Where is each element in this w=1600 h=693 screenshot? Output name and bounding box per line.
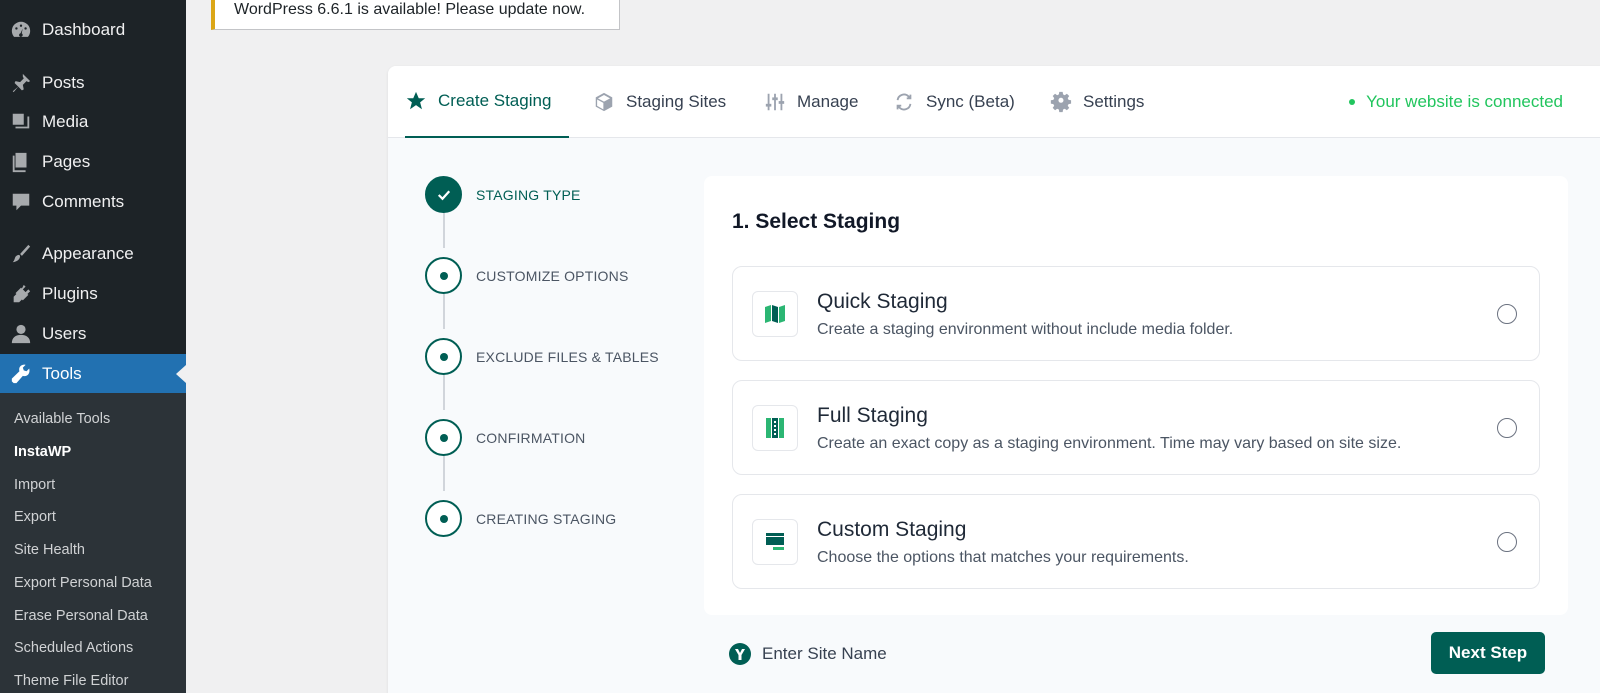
step-exclude-files: EXCLUDE FILES & TABLES bbox=[425, 338, 659, 375]
menu-item-users[interactable]: Users bbox=[0, 314, 186, 354]
step-pending-icon bbox=[425, 257, 462, 294]
full-staging-icon bbox=[752, 405, 798, 451]
menu-label: Users bbox=[42, 324, 87, 343]
tab-manage[interactable]: Manage bbox=[764, 66, 858, 138]
submenu-export[interactable]: Export bbox=[14, 509, 56, 525]
step-complete-check-icon bbox=[425, 176, 462, 213]
tab-sync[interactable]: Sync (Beta) bbox=[893, 66, 1015, 138]
submenu-available-tools[interactable]: Available Tools bbox=[14, 411, 110, 427]
menu-label: Pages bbox=[42, 152, 91, 171]
card-title: 1. Select Staging bbox=[732, 210, 901, 233]
option-radio[interactable] bbox=[1497, 418, 1517, 438]
menu-label: Dashboard bbox=[42, 20, 126, 39]
connection-status: Your website is connected bbox=[1349, 66, 1563, 138]
gear-icon bbox=[1050, 91, 1072, 113]
menu-item-dashboard[interactable]: Dashboard bbox=[0, 10, 186, 50]
submenu-import[interactable]: Import bbox=[14, 477, 55, 493]
step-staging-type: STAGING TYPE bbox=[425, 176, 581, 213]
instawp-panel: Create Staging Staging Sites Manage Sync… bbox=[388, 66, 1600, 693]
step-confirmation: CONFIRMATION bbox=[425, 419, 585, 456]
tab-label: Manage bbox=[797, 92, 859, 111]
site-name-input[interactable]: Enter Site Name bbox=[728, 642, 887, 666]
submenu-scheduled-actions[interactable]: Scheduled Actions bbox=[14, 640, 133, 656]
next-step-button[interactable]: Next Step bbox=[1431, 632, 1545, 674]
admin-sidebar: Dashboard Posts Media Pages Comments App… bbox=[0, 0, 186, 693]
tab-settings[interactable]: Settings bbox=[1050, 66, 1144, 138]
custom-staging-icon bbox=[752, 519, 798, 565]
sliders-icon bbox=[765, 93, 785, 111]
menu-label: Media bbox=[42, 112, 89, 131]
step-label: CUSTOMIZE OPTIONS bbox=[476, 267, 629, 284]
submenu-instawp[interactable]: InstaWP bbox=[14, 444, 71, 460]
tab-bar: Create Staging Staging Sites Manage Sync… bbox=[388, 66, 1600, 138]
paintbrush-icon bbox=[9, 242, 33, 266]
submenu-export-personal-data[interactable]: Export Personal Data bbox=[14, 575, 152, 591]
tab-label: Settings bbox=[1083, 92, 1145, 111]
menu-item-tools[interactable]: Tools bbox=[0, 354, 186, 394]
option-custom-staging[interactable]: Custom Staging Choose the options that m… bbox=[732, 494, 1540, 589]
media-icon bbox=[9, 110, 33, 134]
tab-label: Create Staging bbox=[438, 91, 552, 110]
menu-item-media[interactable]: Media bbox=[0, 102, 186, 142]
step-pending-icon bbox=[425, 419, 462, 456]
select-staging-card: 1. Select Staging Quick Staging Create a… bbox=[704, 176, 1568, 615]
step-creating-staging: CREATING STAGING bbox=[425, 500, 616, 537]
step-pending-icon bbox=[425, 500, 462, 537]
option-radio[interactable] bbox=[1497, 532, 1517, 552]
menu-item-appearance[interactable]: Appearance bbox=[0, 234, 186, 274]
instawp-logo-icon bbox=[729, 643, 751, 665]
status-dot-icon bbox=[1349, 99, 1356, 105]
submenu-site-health[interactable]: Site Health bbox=[14, 542, 85, 558]
step-pending-icon bbox=[425, 338, 462, 375]
submenu-erase-personal-data[interactable]: Erase Personal Data bbox=[14, 608, 148, 624]
option-title: Quick Staging bbox=[817, 290, 948, 313]
step-label: CREATING STAGING bbox=[476, 510, 617, 527]
menu-label: Appearance bbox=[42, 244, 134, 263]
step-customize-options: CUSTOMIZE OPTIONS bbox=[425, 257, 629, 294]
option-title: Custom Staging bbox=[817, 518, 967, 541]
wrench-icon bbox=[9, 362, 33, 386]
option-description: Create an exact copy as a staging enviro… bbox=[817, 435, 1402, 452]
tab-create-staging[interactable]: Create Staging bbox=[405, 66, 570, 138]
dashboard-icon bbox=[9, 18, 33, 42]
sync-icon bbox=[896, 93, 912, 111]
menu-label: Comments bbox=[42, 192, 125, 211]
connection-status-text: Your website is connected bbox=[1366, 92, 1563, 111]
option-radio[interactable] bbox=[1497, 304, 1517, 324]
menu-item-pages[interactable]: Pages bbox=[0, 142, 186, 182]
pages-icon bbox=[9, 150, 33, 174]
update-notice: WordPress 6.6.1 is available! Please upd… bbox=[211, 0, 620, 30]
menu-item-comments[interactable]: Comments bbox=[0, 182, 186, 222]
comment-icon bbox=[9, 190, 33, 214]
pin-icon bbox=[9, 71, 33, 95]
option-full-staging[interactable]: Full Staging Create an exact copy as a s… bbox=[732, 380, 1540, 475]
step-label: CONFIRMATION bbox=[476, 429, 586, 446]
cube-icon bbox=[595, 92, 613, 112]
menu-item-plugins[interactable]: Plugins bbox=[0, 274, 186, 314]
star-icon bbox=[406, 91, 426, 110]
option-description: Choose the options that matches your req… bbox=[817, 549, 1189, 566]
menu-label: Posts bbox=[42, 73, 85, 92]
site-name-placeholder: Enter Site Name bbox=[762, 644, 887, 663]
tab-staging-sites[interactable]: Staging Sites bbox=[593, 66, 726, 138]
tab-label: Staging Sites bbox=[626, 92, 727, 111]
step-label: STAGING TYPE bbox=[476, 186, 581, 203]
option-title: Full Staging bbox=[817, 404, 928, 427]
submenu-theme-file-editor[interactable]: Theme File Editor bbox=[14, 673, 128, 689]
plug-icon bbox=[9, 282, 33, 306]
user-icon bbox=[9, 322, 33, 346]
menu-label: Plugins bbox=[42, 284, 98, 303]
menu-label: Tools bbox=[42, 364, 82, 383]
step-label: EXCLUDE FILES & TABLES bbox=[476, 348, 659, 365]
option-description: Create a staging environment without inc… bbox=[817, 321, 1234, 338]
quick-staging-icon bbox=[752, 291, 798, 337]
option-quick-staging[interactable]: Quick Staging Create a staging environme… bbox=[732, 266, 1540, 361]
update-notice-text: WordPress 6.6.1 is available! Please upd… bbox=[234, 1, 586, 18]
tools-submenu: Available Tools InstaWP Import Export Si… bbox=[0, 393, 186, 693]
menu-item-posts[interactable]: Posts bbox=[0, 63, 186, 103]
tab-label: Sync (Beta) bbox=[926, 92, 1015, 111]
